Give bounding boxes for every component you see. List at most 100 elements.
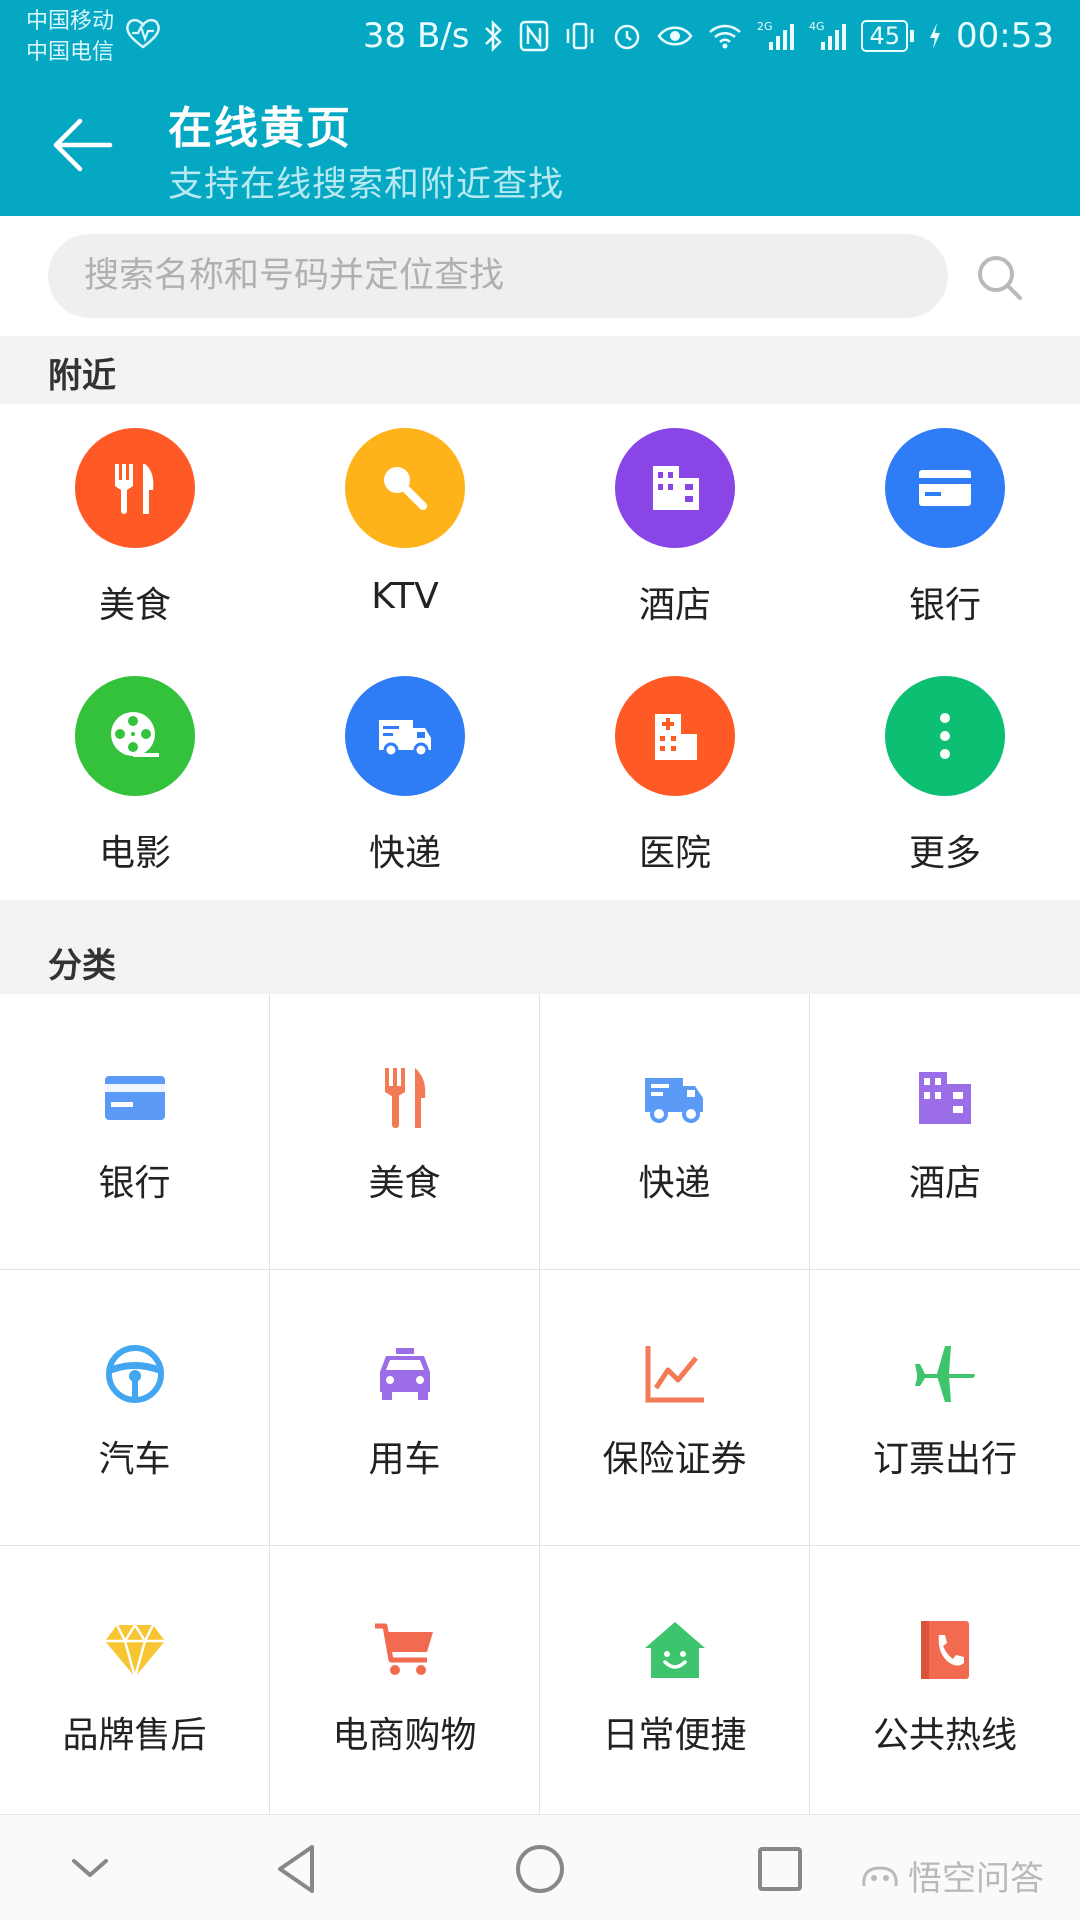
status-bar: 中国移动 中国电信 38 B/s 2G 4G 45 00:53: [0, 0, 1080, 72]
category-label: 用车: [368, 1439, 441, 1480]
nfc-icon: [519, 20, 549, 52]
nearby-item-hospital[interactable]: 医院: [540, 652, 810, 900]
category-shopping[interactable]: 电商购物: [270, 1546, 540, 1822]
category-tickets[interactable]: 订票出行: [810, 1270, 1080, 1546]
nearby-movie-circle: [75, 676, 195, 796]
nearby-label: 酒店: [638, 585, 711, 626]
heart-rate-icon: [126, 18, 160, 49]
phone-book-icon: [921, 1621, 969, 1679]
back-triangle-icon[interactable]: [268, 1839, 328, 1899]
nearby-item-movie[interactable]: 电影: [0, 652, 270, 900]
search-box[interactable]: [48, 234, 948, 318]
category-label: 保险证券: [602, 1439, 747, 1480]
nearby-ktv-circle: [345, 428, 465, 548]
nearby-label: KTV: [371, 576, 439, 617]
diamond-icon: [104, 1622, 165, 1679]
film-reel-icon: [111, 712, 159, 757]
fork-knife-icon: [384, 1068, 425, 1128]
carrier-1: 中国移动: [26, 9, 115, 34]
category-label: 电商购物: [332, 1715, 477, 1756]
category-label: 银行: [98, 1163, 171, 1204]
shopping-cart-icon: [374, 1623, 433, 1675]
battery-level: 45: [861, 20, 909, 52]
search-input[interactable]: [48, 234, 948, 318]
stock-chart-icon: [645, 1346, 704, 1403]
charging-icon: [928, 22, 942, 50]
category-insurance[interactable]: 保险证券: [540, 1270, 810, 1546]
nearby-bank-circle: [885, 428, 1005, 548]
category-hotel[interactable]: 酒店: [810, 994, 1080, 1270]
delivery-truck-icon: [379, 720, 431, 758]
nearby-delivery-circle: [345, 676, 465, 796]
fork-knife-icon: [115, 464, 154, 514]
status-icons: 38 B/s 2G 4G 45 00:53: [363, 14, 1054, 58]
category-label: 酒店: [908, 1163, 981, 1204]
category-label: 订票出行: [872, 1439, 1017, 1480]
wukong-logo-icon: [862, 1865, 898, 1886]
category-grid: 银行 美食 快递 酒店 汽车 用车 保险证券 订票出行 品牌售后 电商购物 日常…: [0, 994, 1080, 1822]
category-header-label: 分类: [48, 946, 116, 986]
system-nav-bar: 悟空问答: [0, 1814, 1080, 1920]
section-divider: [0, 900, 1080, 928]
nearby-item-bank[interactable]: 银行: [810, 404, 1080, 652]
taxi-icon: [379, 1348, 430, 1400]
chevron-down-icon[interactable]: [60, 1839, 120, 1899]
category-label: 快递: [638, 1163, 711, 1204]
building-icon: [653, 466, 699, 510]
category-car[interactable]: 汽车: [0, 1270, 270, 1546]
nearby-item-ktv[interactable]: KTV: [270, 404, 540, 652]
bluetooth-icon: [483, 19, 505, 53]
nearby-item-more[interactable]: 更多: [810, 652, 1080, 900]
watermark: 悟空问答: [860, 1851, 1044, 1900]
category-section-header: 分类: [0, 926, 1080, 994]
building-icon: [919, 1072, 971, 1124]
eye-comfort-icon: [657, 23, 694, 49]
more-icon: [940, 713, 950, 759]
signal-icon-2: 4G: [809, 20, 847, 52]
signal-icon-1: 2G: [757, 20, 795, 52]
nearby-header-label: 附近: [48, 356, 116, 396]
category-brand-service[interactable]: 品牌售后: [0, 1546, 270, 1822]
category-label: 日常便捷: [602, 1715, 747, 1756]
category-ride[interactable]: 用车: [270, 1270, 540, 1546]
carrier-2: 中国电信: [26, 40, 115, 65]
svg-text:4G: 4G: [809, 20, 825, 33]
nearby-grid: 美食 KTV 酒店 银行 电影 快递 医院 更多: [0, 404, 1080, 900]
category-hotline[interactable]: 公共热线: [810, 1546, 1080, 1822]
alarm-icon: [611, 20, 643, 52]
airplane-icon: [915, 1346, 975, 1402]
category-delivery[interactable]: 快递: [540, 994, 810, 1270]
nearby-item-hotel[interactable]: 酒店: [540, 404, 810, 652]
category-label: 美食: [368, 1163, 441, 1204]
home-smile-icon: [644, 1622, 705, 1678]
svg-text:2G: 2G: [757, 20, 773, 33]
clock: 00:53: [956, 16, 1054, 56]
search-bar: [0, 216, 1080, 336]
nearby-more-circle: [885, 676, 1005, 796]
nearby-hotel-circle: [615, 428, 735, 548]
app-bar: 在线黄页 支持在线搜索和附近查找: [0, 72, 1080, 216]
microphone-icon: [384, 467, 427, 510]
nearby-item-delivery[interactable]: 快递: [270, 652, 540, 900]
home-circle-icon[interactable]: [510, 1839, 570, 1899]
hospital-icon: [655, 714, 697, 760]
category-bank[interactable]: 银行: [0, 994, 270, 1270]
recents-square-icon[interactable]: [750, 1839, 810, 1899]
page-title: 在线黄页: [168, 103, 352, 154]
bank-card-icon: [104, 1076, 165, 1120]
category-label: 汽车: [98, 1439, 171, 1480]
category-daily[interactable]: 日常便捷: [540, 1546, 810, 1822]
nearby-food-circle: [75, 428, 195, 548]
nearby-label: 银行: [908, 585, 981, 626]
steering-wheel-icon: [105, 1345, 164, 1403]
category-label: 公共热线: [872, 1715, 1017, 1756]
category-food[interactable]: 美食: [270, 994, 540, 1270]
back-arrow-icon[interactable]: [48, 110, 118, 180]
nearby-hospital-circle: [615, 676, 735, 796]
watermark-text: 悟空问答: [908, 1859, 1044, 1899]
search-icon[interactable]: [972, 250, 1028, 306]
nearby-item-food[interactable]: 美食: [0, 404, 270, 652]
nearby-section-header: 附近: [0, 336, 1080, 404]
vibrate-icon: [563, 21, 597, 51]
wifi-icon: [707, 22, 743, 50]
